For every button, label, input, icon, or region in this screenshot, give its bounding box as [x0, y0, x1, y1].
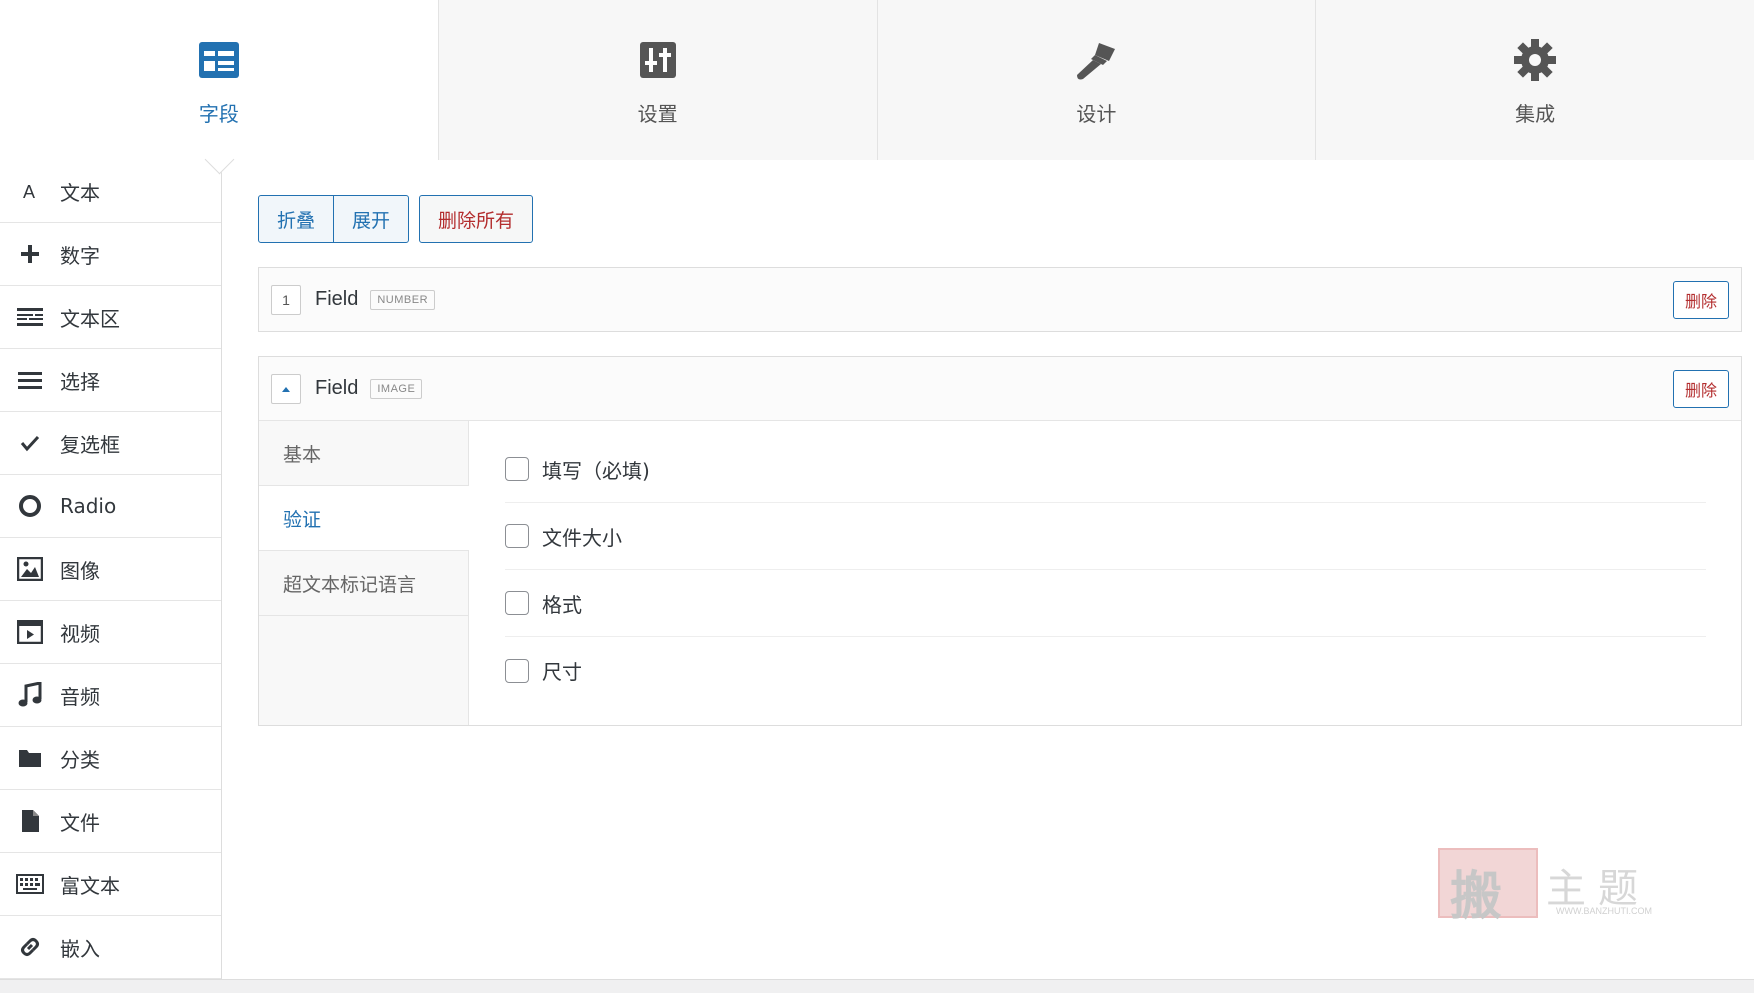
- sidebar-item-number[interactable]: 数字: [0, 223, 221, 286]
- keyboard-icon: [16, 870, 44, 898]
- field-body: 基本 验证 超文本标记语言 填写（必填) 文件大小 格式 尺寸: [259, 420, 1741, 725]
- field-title: Field: [315, 377, 359, 399]
- brush-icon: [1072, 36, 1120, 84]
- watermark-seal: 搬: [1438, 848, 1538, 927]
- sidebar-item-label: 复选框: [60, 432, 120, 457]
- field-header[interactable]: 1 Field NUMBER 删除: [259, 268, 1741, 331]
- sidebar-item-label: 选择: [60, 369, 100, 394]
- tab-design[interactable]: 设计: [877, 0, 1317, 160]
- sidebar-item-label: 文件: [60, 810, 100, 835]
- dimensions-checkbox[interactable]: [505, 658, 529, 683]
- sidebar-item-text[interactable]: A 文本: [0, 160, 221, 223]
- field-type-badge: NUMBER: [370, 289, 436, 310]
- watermark-url: WWW.BANZHUTI.COM: [1556, 906, 1652, 916]
- validation-options: 填写（必填) 文件大小 格式 尺寸: [469, 421, 1741, 725]
- subtab-basic[interactable]: 基本: [259, 421, 468, 486]
- file-size-checkbox[interactable]: [505, 524, 529, 548]
- field-card: Field IMAGE 删除 基本 验证 超文本标记语言 填写（必填) 文件大小: [258, 356, 1742, 726]
- sidebar-item-category[interactable]: 分类: [0, 727, 221, 790]
- subtab-html[interactable]: 超文本标记语言: [259, 551, 468, 616]
- sidebar-item-label: 图像: [60, 558, 100, 583]
- tab-design-label: 设计: [1076, 102, 1117, 126]
- music-icon: [16, 681, 44, 709]
- option-file-size: 文件大小: [505, 503, 1706, 570]
- required-checkbox[interactable]: [505, 457, 529, 481]
- fields-panel: 折叠 展开 删除所有 1 Field NUMBER 删除 Field IMAGE…: [258, 195, 1742, 726]
- caret-up-icon: [282, 386, 290, 392]
- top-tabs: 字段 设置 设计 集成: [0, 0, 1754, 160]
- sidebar-item-label: Radio: [60, 494, 117, 518]
- sidebar-item-select[interactable]: 选择: [0, 349, 221, 412]
- option-label: 格式: [542, 592, 582, 617]
- checkmark-icon: [16, 429, 44, 457]
- watermark-seal-char: 搬: [1450, 866, 1503, 927]
- delete-field-button[interactable]: 删除: [1672, 369, 1729, 408]
- option-label: 填写（必填): [542, 458, 650, 483]
- tab-fields[interactable]: 字段: [0, 0, 439, 160]
- sidebar-item-label: 富文本: [60, 873, 120, 898]
- field-number: 1: [271, 284, 301, 315]
- menu-icon: [16, 366, 44, 394]
- sidebar-item-image[interactable]: 图像: [0, 538, 221, 601]
- format-checkbox[interactable]: [505, 591, 529, 615]
- sidebar-item-label: 音频: [60, 684, 100, 709]
- plus-icon: [16, 240, 44, 268]
- option-dimensions: 尺寸: [505, 637, 1706, 704]
- file-icon: [16, 807, 44, 835]
- sliders-icon: [634, 36, 682, 84]
- collapse-expand-group: 折叠 展开: [258, 195, 410, 243]
- collapse-button[interactable]: 折叠: [259, 196, 333, 242]
- sidebar-item-file[interactable]: 文件: [0, 790, 221, 853]
- gear-icon: [1511, 36, 1559, 84]
- field-type-sidebar: A 文本 数字 文本区 选择 复选框 Radio 图像 视频 音频 分类 文件: [0, 160, 222, 980]
- field-card: 1 Field NUMBER 删除: [258, 267, 1742, 332]
- sidebar-item-label: 嵌入: [60, 936, 100, 961]
- tab-integrations[interactable]: 集成: [1316, 0, 1754, 160]
- option-required: 填写（必填): [505, 436, 1706, 503]
- option-label: 文件大小: [542, 525, 622, 550]
- text-icon: A: [16, 177, 44, 205]
- svg-text:A: A: [23, 182, 35, 201]
- tab-settings[interactable]: 设置: [438, 0, 878, 160]
- folder-icon: [16, 744, 44, 772]
- video-icon: [16, 618, 44, 646]
- delete-field-button[interactable]: 删除: [1672, 280, 1729, 319]
- sidebar-item-label: 文本: [60, 180, 100, 205]
- sidebar-item-label: 文本区: [60, 306, 120, 331]
- bottom-scrollbar: [0, 979, 1754, 993]
- sidebar-item-audio[interactable]: 音频: [0, 664, 221, 727]
- field-header[interactable]: Field IMAGE 删除: [259, 357, 1741, 420]
- sidebar-item-video[interactable]: 视频: [0, 601, 221, 664]
- watermark: 搬 主题 WWW.BANZHUTI.COM: [1438, 848, 1668, 927]
- tab-integrations-label: 集成: [1515, 102, 1556, 126]
- sidebar-item-label: 数字: [60, 243, 100, 268]
- textarea-icon: [16, 303, 44, 331]
- sidebar-item-radio[interactable]: Radio: [0, 475, 221, 538]
- sidebar-item-label: 视频: [60, 621, 100, 646]
- image-icon: [16, 555, 44, 583]
- collapse-field-button[interactable]: [271, 373, 301, 404]
- delete-all-button[interactable]: 删除所有: [419, 195, 534, 243]
- tab-settings-label: 设置: [637, 102, 678, 126]
- field-title: Field: [315, 288, 359, 310]
- option-label: 尺寸: [542, 660, 582, 684]
- subtab-validation[interactable]: 验证: [259, 486, 469, 551]
- sidebar-item-embed[interactable]: 嵌入: [0, 916, 221, 979]
- expand-button[interactable]: 展开: [333, 196, 408, 242]
- sidebar-item-textarea[interactable]: 文本区: [0, 286, 221, 349]
- field-type-badge: IMAGE: [370, 378, 423, 399]
- tab-fields-label: 字段: [198, 102, 239, 126]
- sidebar-item-checkbox[interactable]: 复选框: [0, 412, 221, 475]
- field-subtabs: 基本 验证 超文本标记语言: [259, 421, 469, 725]
- radio-icon: [16, 492, 44, 520]
- fields-icon: [195, 36, 243, 84]
- sidebar-item-richtext[interactable]: 富文本: [0, 853, 221, 916]
- option-format: 格式: [505, 570, 1706, 637]
- sidebar-item-label: 分类: [60, 747, 100, 772]
- toolbar: 折叠 展开 删除所有: [258, 195, 1742, 243]
- link-icon: [16, 933, 44, 961]
